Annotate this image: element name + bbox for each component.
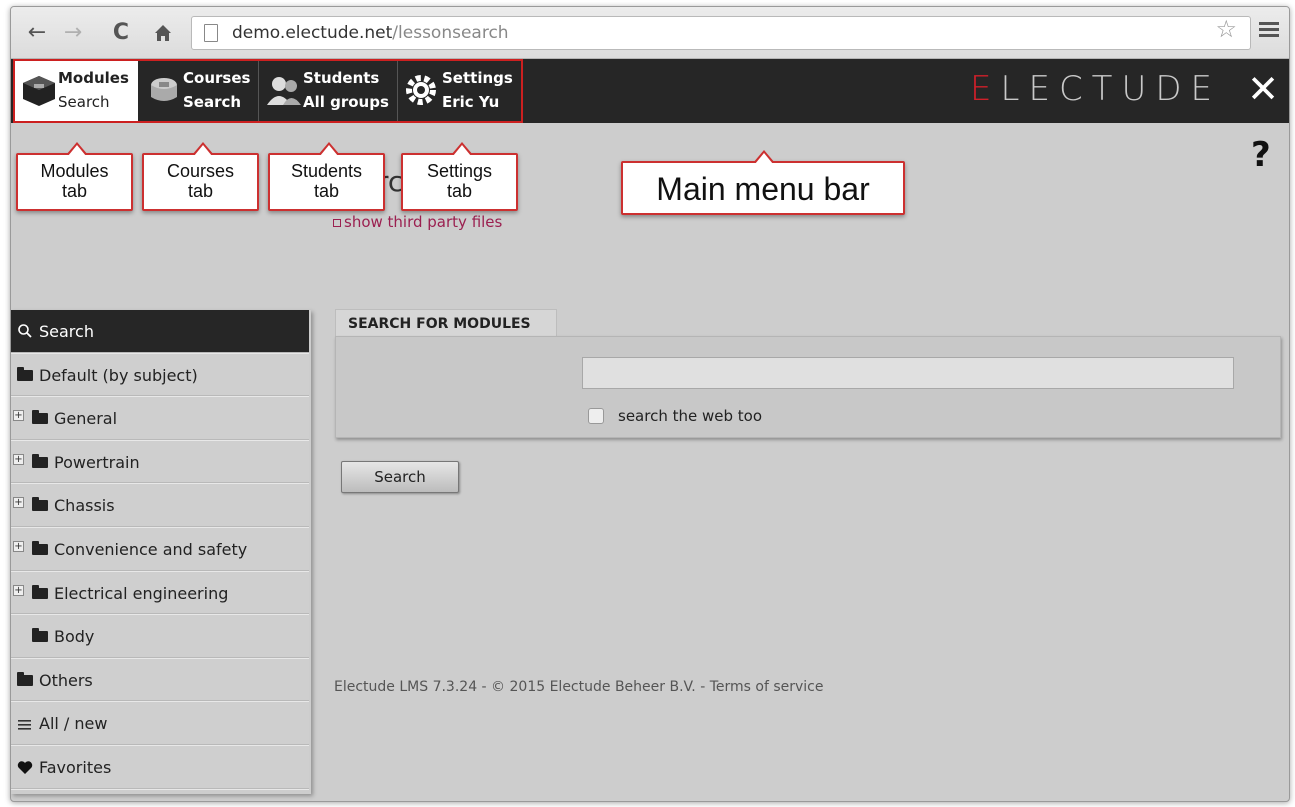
- search-web-label: search the web too: [618, 407, 763, 425]
- tab-modules-subtitle: Search: [58, 93, 110, 111]
- callout-modules-tab: Modules tab: [16, 142, 133, 211]
- sidebar-item-label: Favorites: [39, 757, 112, 777]
- sidebar-item-electrical-engineering[interactable]: + Electrical engineering: [11, 571, 309, 616]
- forward-arrow-icon[interactable]: →: [59, 19, 87, 47]
- expand-icon[interactable]: +: [13, 453, 24, 465]
- folder-icon: [32, 410, 48, 425]
- sidebar-item-general[interactable]: + General: [11, 397, 309, 441]
- sidebar: Search Default (by subject) + General + …: [11, 310, 309, 790]
- back-arrow-icon[interactable]: ←: [23, 19, 51, 47]
- search-panel: search the web too: [335, 336, 1281, 438]
- sidebar-item-label: Electrical engineering: [54, 583, 229, 603]
- sidebar-item-favorites[interactable]: Favorites: [11, 745, 309, 790]
- footer-text: Electude LMS 7.3.24 - © 2015 Electude Be…: [334, 679, 824, 695]
- sidebar-item-others[interactable]: Others: [11, 658, 309, 703]
- tab-search-for-modules[interactable]: SEARCH FOR MODULES: [335, 309, 557, 337]
- expand-icon[interactable]: +: [13, 584, 24, 596]
- sidebar-item-label: Convenience and safety: [54, 539, 248, 559]
- tab-courses[interactable]: Courses Search: [139, 59, 257, 121]
- sidebar-item-all-new[interactable]: All / new: [11, 702, 309, 746]
- address-bar[interactable]: demo.electude.net/lessonsearch: [191, 16, 1251, 50]
- expand-icon[interactable]: +: [13, 497, 24, 509]
- search-button[interactable]: Search: [341, 461, 459, 493]
- sidebar-item-label: Chassis: [54, 496, 115, 516]
- heart-icon: [17, 761, 33, 774]
- callout-courses-tab: Courses tab: [142, 142, 259, 211]
- close-icon[interactable]: ✕: [1247, 67, 1279, 111]
- tab-modules-title: Modules: [58, 69, 129, 87]
- home-icon[interactable]: [149, 19, 177, 47]
- checkbox-icon: [333, 218, 341, 227]
- help-icon[interactable]: ?: [1251, 135, 1271, 175]
- tab-settings-title: Settings: [442, 69, 513, 87]
- search-icon: [18, 324, 32, 338]
- tab-settings-subtitle: Eric Yu: [442, 93, 500, 111]
- sidebar-item-label: All / new: [39, 714, 108, 734]
- tab-students-title: Students: [303, 69, 380, 87]
- sidebar-item-convenience-safety[interactable]: + Convenience and safety: [11, 527, 309, 572]
- sidebar-item-label: Others: [39, 670, 93, 690]
- folder-icon: [17, 671, 33, 686]
- bookmark-star-icon[interactable]: ☆: [1215, 15, 1237, 43]
- sidebar-item-label: Body: [54, 627, 95, 647]
- tab-settings[interactable]: Settings Eric Yu: [397, 59, 521, 121]
- gear-icon: [406, 75, 436, 105]
- search-input[interactable]: [582, 357, 1234, 389]
- sidebar-item-default[interactable]: Default (by subject): [11, 353, 309, 398]
- search-web-checkbox[interactable]: [588, 408, 604, 424]
- tab-students[interactable]: Students All groups: [258, 59, 396, 121]
- callout-students-tab: Students tab: [268, 142, 385, 211]
- folder-icon: [32, 584, 48, 599]
- page-icon: [204, 24, 218, 42]
- sidebar-item-powertrain[interactable]: + Powertrain: [11, 440, 309, 485]
- tab-modules[interactable]: Modules Search: [14, 59, 138, 121]
- users-icon: [267, 77, 301, 105]
- tab-courses-subtitle: Search: [183, 93, 242, 111]
- tab-courses-title: Courses: [183, 69, 251, 87]
- sidebar-item-label: Powertrain: [54, 452, 140, 472]
- sidebar-item-chassis[interactable]: + Chassis: [11, 484, 309, 528]
- folder-icon: [32, 453, 48, 468]
- browser-toolbar: ← → C demo.electude.net/lessonsearch ☆: [11, 7, 1289, 59]
- sidebar-item-body[interactable]: Body: [11, 615, 309, 659]
- callout-main-menu-bar: Main menu bar: [621, 150, 905, 215]
- sidebar-item-label: Search: [39, 322, 94, 341]
- tab-students-subtitle: All groups: [303, 93, 389, 111]
- folder-icon: [32, 497, 48, 512]
- list-icon: [18, 720, 31, 730]
- callout-settings-tab: Settings tab: [401, 142, 518, 211]
- url-text[interactable]: demo.electude.net/lessonsearch: [232, 23, 509, 43]
- sidebar-item-label: General: [54, 409, 118, 429]
- cube-icon: [23, 76, 55, 106]
- browser-window: ← → C demo.electude.net/lessonsearch ☆ M…: [10, 6, 1290, 802]
- electude-logo: ELECTUDE: [970, 69, 1221, 109]
- expand-icon[interactable]: +: [13, 540, 24, 552]
- reload-icon[interactable]: C: [107, 19, 135, 47]
- stack-icon: [151, 78, 177, 101]
- folder-icon: [32, 540, 48, 555]
- folder-icon: [17, 366, 33, 381]
- main-menu-bar: Modules Search Courses Search Students A…: [11, 59, 1289, 123]
- expand-icon[interactable]: +: [13, 410, 24, 422]
- folder-icon: [32, 628, 48, 643]
- browser-menu-icon[interactable]: [1259, 19, 1279, 43]
- sidebar-item-search[interactable]: Search: [11, 310, 309, 354]
- show-third-party-link[interactable]: show third party files: [333, 213, 502, 231]
- sidebar-item-label: Default (by subject): [39, 365, 198, 385]
